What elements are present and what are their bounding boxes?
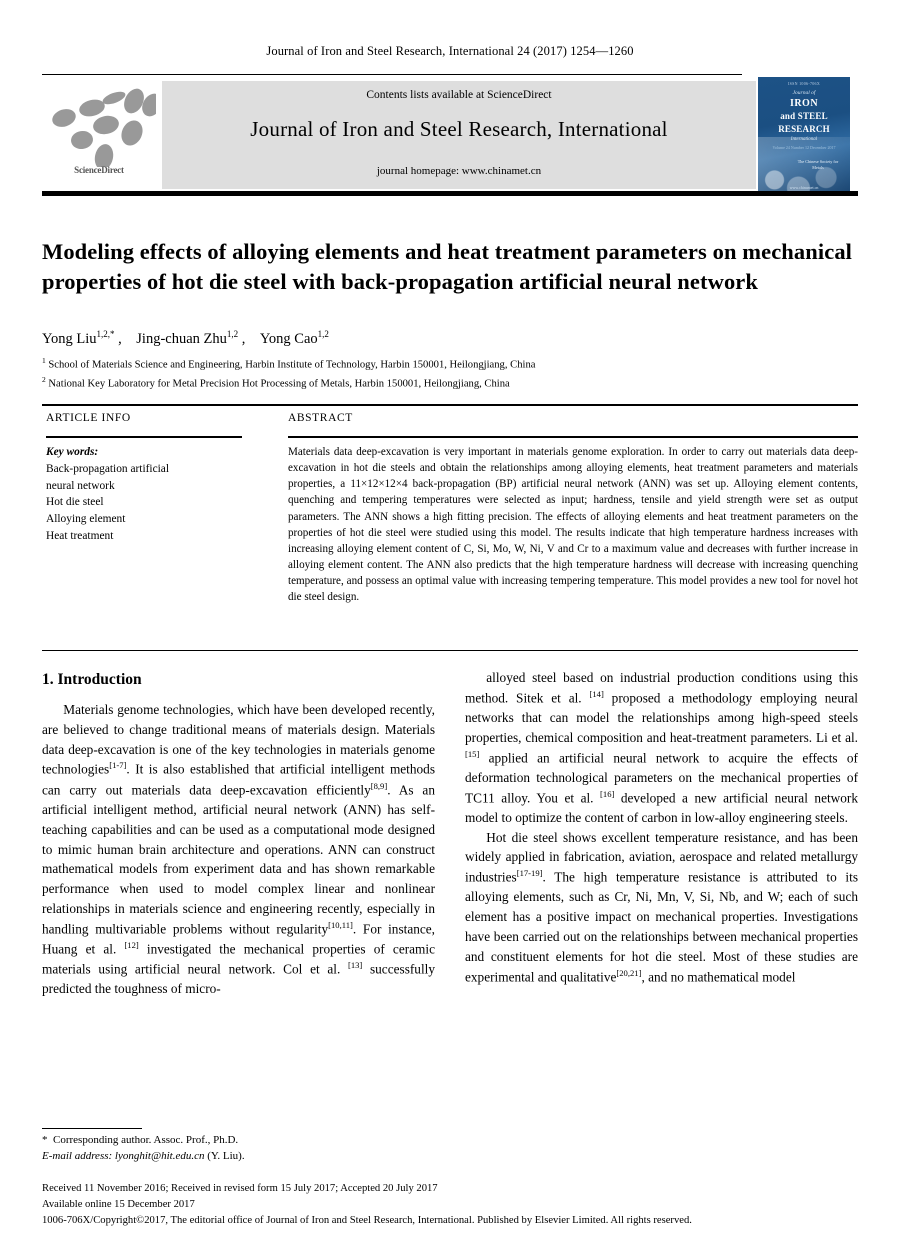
- cover-subtitle: International: [790, 137, 818, 142]
- email-label: E-mail address:: [42, 1149, 113, 1162]
- body-column-left: 1. Introduction Materials genome technol…: [42, 668, 435, 999]
- cover-society-badge: The Chinese Society for Metals: [797, 159, 839, 171]
- footnote-block: * Corresponding author. Assoc. Prof., Ph…: [42, 1133, 442, 1164]
- masthead-top-rule: [42, 74, 742, 75]
- sciencedirect-logo: ScienceDirect: [42, 81, 156, 191]
- masthead-bottom-rule: [42, 191, 858, 196]
- running-head: Journal of Iron and Steel Research, Inte…: [266, 44, 634, 58]
- footnote-rule: [42, 1128, 142, 1130]
- cover-line-iron: IRON: [789, 98, 819, 109]
- keyword-item: Back-propagation artificial: [46, 462, 170, 475]
- article-info-underline: [46, 436, 242, 438]
- cover-volume-info: Volume 24 Number 12 December 2017: [772, 145, 836, 150]
- affiliation-list: 1 School of Materials Science and Engine…: [42, 356, 536, 390]
- page-title: Modeling effects of alloying elements an…: [42, 239, 853, 294]
- body-column-right: alloyed steel based on industrial produc…: [465, 668, 858, 987]
- keyword-item: Heat treatment: [46, 529, 114, 542]
- cover-line-steel: and STEEL: [780, 111, 828, 121]
- email-note: E-mail address: lyonghit@hit.edu.cn (Y. …: [42, 1149, 442, 1165]
- journal-homepage-line[interactable]: journal homepage: www.chinamet.cn: [162, 165, 756, 177]
- keyword-item: neural network: [46, 479, 115, 492]
- cover-issn: ISSN 1006-706X: [787, 81, 821, 86]
- keyword-item: Hot die steel: [46, 496, 104, 509]
- keywords-heading: Key words:: [46, 446, 99, 458]
- info-block-top-rule: [42, 404, 858, 406]
- received-line: Received 11 November 2016; Received in r…: [42, 1183, 438, 1194]
- cover-footer-url: www.chinamet.cn: [789, 185, 819, 190]
- article-page: Journal of Iron and Steel Research, Inte…: [0, 0, 900, 1260]
- abstract-text: Materials data deep-excavation is very i…: [288, 446, 858, 604]
- abstract-label: ABSTRACT: [288, 412, 353, 424]
- paragraph: Hot die steel shows excellent temperatur…: [465, 829, 858, 985]
- available-online-line: Available online 15 December 2017: [42, 1199, 195, 1211]
- section-heading-introduction: 1. Introduction: [42, 671, 142, 688]
- email-owner: (Y. Liu).: [207, 1149, 245, 1162]
- paragraph: Materials genome technologies, which hav…: [42, 702, 436, 997]
- info-block-bottom-rule: [42, 650, 858, 652]
- keywords-list: Key words: Back-propagation artificial n…: [46, 444, 246, 545]
- article-info-label: ARTICLE INFO: [46, 412, 131, 424]
- publication-info: Received 11 November 2016; Received in r…: [42, 1181, 858, 1229]
- email-address[interactable]: lyonghit@hit.edu.cn: [115, 1150, 205, 1162]
- copyright-line: 1006-706X/Copyright©2017, The editorial …: [42, 1215, 692, 1227]
- keyword-item: Alloying element: [46, 513, 126, 526]
- cover-line-research: RESEARCH: [778, 124, 830, 134]
- journal-cover-thumbnail[interactable]: ISSN 1006-706X Journal of IRON and STEEL…: [758, 77, 850, 195]
- sciencedirect-wordmark: ScienceDirect: [74, 165, 124, 175]
- corresponding-author-note: * Corresponding author. Assoc. Prof., Ph…: [42, 1134, 239, 1146]
- journal-band: Contents lists available at ScienceDirec…: [162, 81, 756, 189]
- author-list: Yong Liu1,2,* , Jing-chuan Zhu1,2 , Yong…: [42, 329, 329, 347]
- abstract-underline: [288, 436, 858, 438]
- contents-lists-line[interactable]: Contents lists available at ScienceDirec…: [162, 89, 756, 101]
- cover-journal-word: Journal of: [792, 90, 816, 96]
- journal-name: Journal of Iron and Steel Research, Inte…: [250, 117, 668, 141]
- sciencedirect-leaves-icon: [52, 88, 156, 167]
- masthead: ScienceDirect Contents lists available a…: [42, 77, 858, 195]
- paragraph: alloyed steel based on industrial produc…: [465, 670, 858, 825]
